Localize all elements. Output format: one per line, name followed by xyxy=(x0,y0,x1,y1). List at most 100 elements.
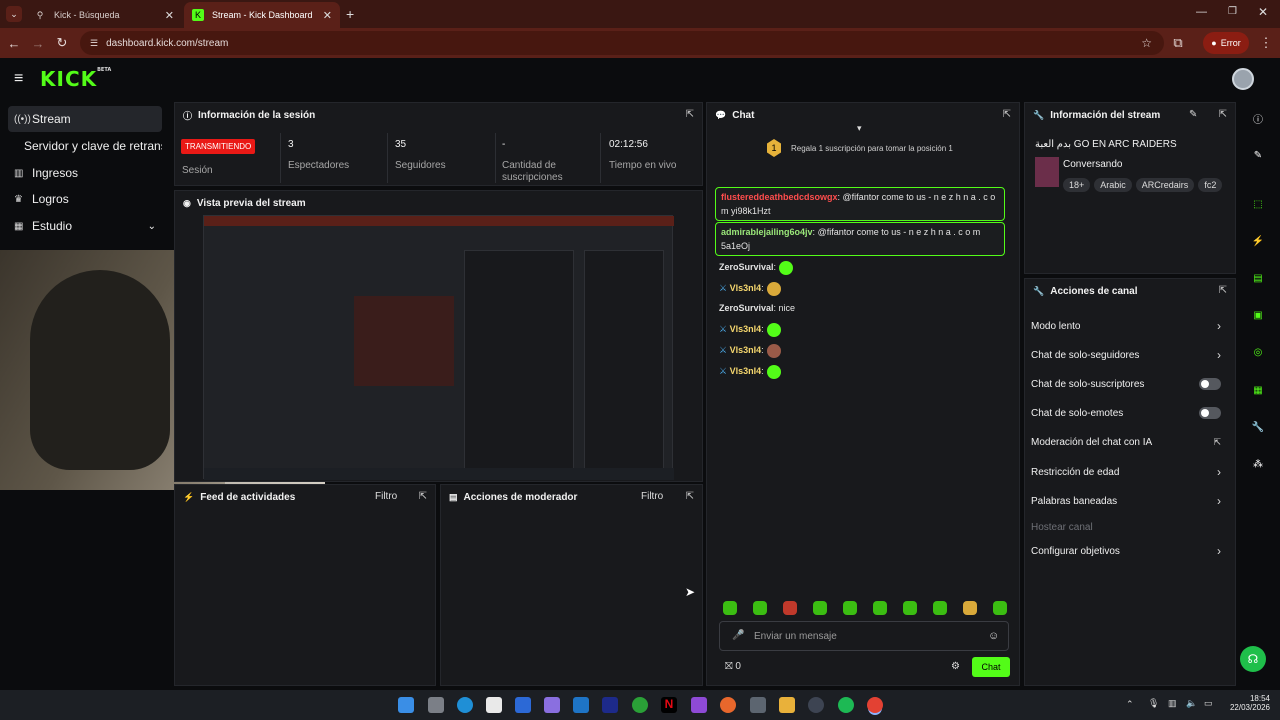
bookmark-star-icon[interactable]: ☆ xyxy=(1141,36,1152,50)
app-icon[interactable] xyxy=(750,697,766,713)
tag-chip[interactable]: ARCredairs xyxy=(1135,178,1195,192)
action-banned-words[interactable]: Palabras baneadas › xyxy=(1031,487,1231,515)
emote-icon[interactable] xyxy=(723,601,737,615)
user-avatar[interactable] xyxy=(1232,68,1254,90)
layout-icon[interactable]: ▦ xyxy=(1250,382,1266,398)
profile-error-button[interactable]: ● Error xyxy=(1203,32,1249,54)
support-headset-icon[interactable]: ☊ xyxy=(1240,646,1266,672)
send-chat-button[interactable]: Chat xyxy=(972,657,1010,677)
chat-message[interactable]: ZeroSurvival: nice xyxy=(719,301,1009,315)
hamburger-menu-icon[interactable]: ≡ xyxy=(14,70,23,88)
file-explorer-icon[interactable] xyxy=(779,697,795,713)
filter-button[interactable]: Filtro xyxy=(641,491,663,502)
firefox-icon[interactable] xyxy=(720,697,736,713)
menu-kebab-icon[interactable]: ⋮ xyxy=(1258,35,1274,51)
app-icon[interactable] xyxy=(808,697,824,713)
microphone-icon[interactable]: 🎤 xyxy=(732,630,744,641)
sidebar-item-stream[interactable]: ((•)) Stream xyxy=(8,106,162,132)
reload-icon[interactable]: ↻ xyxy=(54,35,70,51)
site-info-icon[interactable]: ☰ xyxy=(90,38,98,49)
popout-icon[interactable]: ⇱ xyxy=(1219,109,1227,120)
sidebar-item-estudio[interactable]: ▦ Estudio ⌄ xyxy=(8,213,162,239)
popout-icon[interactable]: ⇱ xyxy=(686,491,694,502)
forward-arrow-icon[interactable]: → xyxy=(30,35,46,51)
chat-username[interactable]: ZeroSurvival xyxy=(719,303,774,313)
action-slow-mode[interactable]: Modo lento › xyxy=(1031,312,1231,340)
chat-message[interactable]: ⚔ Vls3nI4: xyxy=(719,281,1009,296)
windows-start-icon[interactable] xyxy=(398,697,414,713)
wrench-icon[interactable]: 🔧 xyxy=(1250,419,1266,435)
chat-message-flagged[interactable]: admirablejailing6o4jv: @fifantor come to… xyxy=(715,222,1005,256)
emotes-only-toggle[interactable] xyxy=(1199,407,1221,419)
chat-username[interactable]: Vls3nI4 xyxy=(730,324,762,334)
tag-chip[interactable]: fc2 xyxy=(1198,178,1223,192)
close-icon[interactable]: ✕ xyxy=(165,9,174,22)
emote-icon[interactable] xyxy=(843,601,857,615)
emote-icon[interactable] xyxy=(963,601,977,615)
edge-icon[interactable] xyxy=(457,697,473,713)
sidebar-item-logros[interactable]: ♛ Logros xyxy=(8,186,162,212)
chat-message[interactable]: ⚔ Vls3nI4: xyxy=(719,322,1009,337)
chat-message[interactable]: ⚔ Vls3nI4: xyxy=(719,364,1009,379)
chat-message[interactable]: ZeroSurvival: xyxy=(719,260,1009,275)
edit-pencil-icon[interactable]: ✎ xyxy=(1250,147,1266,163)
app-icon[interactable] xyxy=(691,697,707,713)
chat-username[interactable]: Vls3nI4 xyxy=(730,283,762,293)
emote-icon[interactable] xyxy=(933,601,947,615)
action-followers-only[interactable]: Chat de solo-seguidores › xyxy=(1031,341,1231,369)
sidebar-item-server-key[interactable]: Servidor y clave de retransmi xyxy=(8,133,162,159)
tab-list-button[interactable]: ⌄ xyxy=(6,6,22,22)
tag-chip[interactable]: Arabic xyxy=(1094,178,1132,192)
maximize-button[interactable]: ❐ xyxy=(1228,6,1237,17)
minimize-button[interactable]: — xyxy=(1196,6,1207,18)
emote-icon[interactable] xyxy=(783,601,797,615)
tab-kick-search[interactable]: ⚲ Kick - Búsqueda ✕ xyxy=(26,2,182,28)
subscribers-only-toggle[interactable] xyxy=(1199,378,1221,390)
chat-username[interactable]: Vls3nI4 xyxy=(730,345,762,355)
emoji-icon[interactable]: ☺ xyxy=(988,630,999,642)
info-icon[interactable]: ⓘ xyxy=(1250,110,1266,126)
edit-pencil-icon[interactable]: ✎ xyxy=(1189,109,1197,120)
xbox-icon[interactable] xyxy=(632,697,648,713)
lightning-icon[interactable]: ⚡ xyxy=(1250,233,1266,249)
chat-bubble-icon[interactable]: ▣ xyxy=(1250,307,1266,323)
action-ai-moderation[interactable]: Moderación del chat con IA ⇱ xyxy=(1031,428,1231,456)
emote-icon[interactable] xyxy=(903,601,917,615)
battery-icon[interactable]: ▭ xyxy=(1204,698,1213,709)
category-name[interactable]: Conversando xyxy=(1063,159,1122,170)
kick-logo[interactable]: KICKBETA xyxy=(40,67,111,91)
broadcast-icon[interactable]: ◎ xyxy=(1250,344,1266,360)
emote-icon[interactable] xyxy=(993,601,1007,615)
gift-subscription-text[interactable]: Regala 1 suscripción para tomar la posic… xyxy=(791,144,953,153)
chat-username[interactable]: admirablejailing6o4jv xyxy=(721,227,813,237)
tab-stream-dashboard[interactable]: K Stream - Kick Dashboard ✕ xyxy=(184,2,340,28)
netflix-icon[interactable]: N xyxy=(661,697,677,713)
dots-apps-icon[interactable]: ⁂ xyxy=(1250,456,1266,472)
microphone-icon[interactable]: 🎙 xyxy=(1148,698,1159,709)
emote-icon[interactable] xyxy=(753,601,767,615)
volume-icon[interactable]: 🔈 xyxy=(1186,698,1197,709)
filter-button[interactable]: Filtro xyxy=(375,491,397,502)
popout-icon[interactable]: ⇱ xyxy=(686,109,694,120)
chat-username[interactable]: Vls3nI4 xyxy=(730,366,762,376)
action-age-restriction[interactable]: Restricción de edad › xyxy=(1031,458,1231,486)
popout-icon[interactable]: ⇱ xyxy=(1003,109,1011,120)
chat-username[interactable]: ZeroSurvival xyxy=(719,262,774,272)
log-icon[interactable]: ▤ xyxy=(1250,270,1266,286)
emote-icon[interactable] xyxy=(813,601,827,615)
pinned-toggle-icon[interactable]: ▾ xyxy=(857,123,862,134)
chat-username[interactable]: flustereddeathbedcdsowgx xyxy=(721,192,838,202)
task-view-icon[interactable] xyxy=(428,697,444,713)
crop-icon[interactable]: ⬚ xyxy=(1250,196,1266,212)
action-configure-goals[interactable]: Configurar objetivos › xyxy=(1031,537,1231,565)
emote-icon[interactable] xyxy=(873,601,887,615)
network-icon[interactable]: ▥ xyxy=(1168,698,1177,709)
sidebar-item-ingresos[interactable]: ▥ Ingresos xyxy=(8,160,162,186)
tray-chevron-icon[interactable]: ⌃ xyxy=(1126,699,1134,710)
popout-icon[interactable]: ⇱ xyxy=(419,491,427,502)
chat-input-box[interactable]: 🎤 Enviar un mensaje ☺ xyxy=(719,621,1009,651)
stream-preview-video[interactable] xyxy=(203,215,674,480)
close-icon[interactable]: ✕ xyxy=(323,9,332,22)
tag-chip[interactable]: 18+ xyxy=(1063,178,1091,192)
clock[interactable]: 18:54 22/03/2026 xyxy=(1226,694,1270,712)
